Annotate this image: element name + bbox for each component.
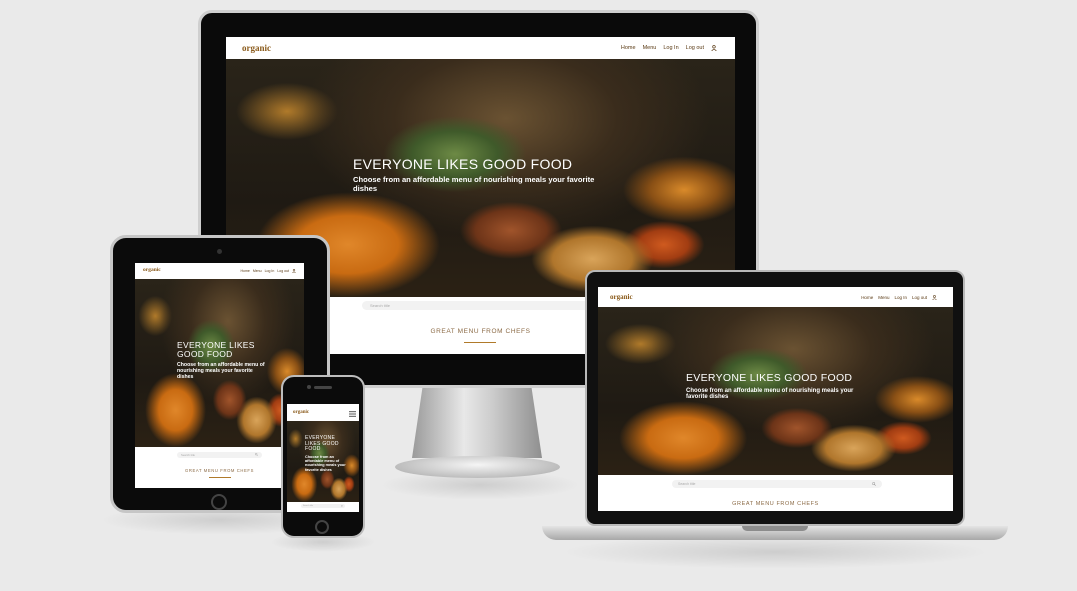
search-input[interactable]: Search title bbox=[672, 480, 882, 488]
nav-login-link[interactable]: Log In bbox=[663, 45, 678, 51]
nav-links: Home Menu Log In Log out bbox=[861, 295, 937, 300]
search-icon[interactable] bbox=[341, 504, 343, 508]
phone-below-hero: Search title bbox=[287, 502, 359, 512]
laptop-notch bbox=[742, 526, 808, 531]
hero-title: EVERYONE LIKES GOOD FOOD bbox=[177, 340, 255, 360]
tablet-hero-image: EVERYONE LIKES GOOD FOOD Choose from an … bbox=[135, 279, 304, 447]
search-input[interactable]: Search title bbox=[177, 452, 262, 458]
search-icon[interactable] bbox=[872, 481, 876, 487]
tablet-screen: organic Home Menu Log In Log out EVERYON… bbox=[135, 263, 304, 488]
section-underline bbox=[464, 342, 496, 343]
hero-subtitle: Choose from an affordable menu of nouris… bbox=[353, 175, 595, 194]
hero-subtitle: Choose from an affordable menu of nouris… bbox=[177, 361, 265, 380]
site-logo[interactable]: organic bbox=[242, 42, 271, 53]
monitor-base bbox=[395, 456, 560, 478]
hero-text: EVERYONE LIKES GOOD FOOD Choose from an … bbox=[686, 372, 866, 401]
search-placeholder: Search title bbox=[181, 453, 195, 457]
search-placeholder: Search title bbox=[370, 303, 391, 308]
hamburger-menu-icon[interactable] bbox=[349, 404, 356, 422]
user-icon[interactable] bbox=[932, 294, 937, 300]
hero-subtitle: Choose from an affordable menu of nouris… bbox=[686, 387, 854, 401]
laptop-screen: organic Home Menu Log In Log out EVERYON… bbox=[598, 287, 953, 511]
phone-home-button bbox=[315, 520, 329, 534]
nav-login-link[interactable]: Log In bbox=[265, 269, 275, 273]
logo-text: organic bbox=[143, 267, 161, 274]
nav-login-link[interactable]: Log In bbox=[894, 295, 907, 300]
hero-text: EVERYONE LIKES GOOD FOOD Choose from an … bbox=[305, 435, 349, 472]
hero-title: EVERYONE LIKES GOOD FOOD bbox=[305, 435, 339, 452]
logo-text: organic bbox=[242, 42, 271, 53]
phone-screen: organic EVERYONE LIKES GOOD FOOD Choose … bbox=[287, 404, 359, 512]
tablet-home-button bbox=[211, 494, 227, 510]
search-placeholder: Search title bbox=[678, 482, 696, 486]
nav-menu-link[interactable]: Menu bbox=[643, 45, 657, 51]
hero-text: EVERYONE LIKES GOOD FOOD Choose from an … bbox=[353, 156, 603, 194]
laptop-hero-image: EVERYONE LIKES GOOD FOOD Choose from an … bbox=[598, 307, 953, 475]
search-placeholder: Search title bbox=[303, 505, 314, 507]
hero-subtitle: Choose from an affordable menu of nouris… bbox=[305, 454, 346, 472]
hero-title: EVERYONE LIKES GOOD FOOD bbox=[353, 156, 573, 172]
nav-home-link[interactable]: Home bbox=[861, 295, 873, 300]
section-title: GREAT MENU FROM CHEFS bbox=[185, 468, 254, 473]
nav-menu-link[interactable]: Menu bbox=[253, 269, 262, 273]
tablet-navbar: organic Home Menu Log In Log out bbox=[135, 263, 304, 279]
user-icon[interactable] bbox=[711, 45, 717, 52]
site-logo[interactable]: organic bbox=[610, 292, 633, 301]
laptop-below-hero: Search title GREAT MENU FROM CHEFS bbox=[598, 475, 953, 511]
nav-links: Home Menu Log In Log out bbox=[621, 45, 717, 52]
hero-text: EVERYONE LIKES GOOD FOOD Choose from an … bbox=[177, 340, 269, 381]
user-icon[interactable] bbox=[292, 269, 296, 274]
nav-logout-link[interactable]: Log out bbox=[686, 45, 704, 51]
laptop-navbar: organic Home Menu Log In Log out bbox=[598, 287, 953, 307]
phone-hero-image: EVERYONE LIKES GOOD FOOD Choose from an … bbox=[287, 421, 359, 502]
search-icon[interactable] bbox=[255, 453, 258, 457]
logo-text: organic bbox=[610, 292, 633, 301]
monitor-stand bbox=[412, 388, 542, 458]
desktop-navbar: organic Home Menu Log In Log out bbox=[226, 37, 735, 59]
tablet-below-hero: Search title GREAT MENU FROM CHEFS bbox=[135, 447, 304, 488]
phone-speaker bbox=[314, 386, 332, 389]
nav-logout-link[interactable]: Log out bbox=[277, 269, 289, 273]
nav-menu-link[interactable]: Menu bbox=[878, 295, 889, 300]
hero-title: EVERYONE LIKES GOOD FOOD bbox=[686, 372, 853, 384]
phone-camera bbox=[307, 385, 311, 389]
phone-navbar: organic bbox=[287, 404, 359, 421]
logo-text: organic bbox=[293, 410, 310, 415]
nav-links: Home Menu Log In Log out bbox=[240, 269, 296, 274]
search-input[interactable]: Search title bbox=[301, 504, 345, 508]
search-input[interactable]: Search title bbox=[362, 301, 599, 310]
nav-home-link[interactable]: Home bbox=[240, 269, 249, 273]
nav-logout-link[interactable]: Log out bbox=[912, 295, 927, 300]
tablet-camera bbox=[217, 249, 222, 254]
site-logo[interactable]: organic bbox=[143, 268, 161, 274]
laptop-shadow bbox=[560, 535, 990, 569]
section-underline bbox=[209, 477, 231, 478]
section-title: GREAT MENU FROM CHEFS bbox=[732, 501, 819, 507]
nav-home-link[interactable]: Home bbox=[621, 45, 636, 51]
site-logo[interactable]: organic bbox=[293, 410, 309, 415]
